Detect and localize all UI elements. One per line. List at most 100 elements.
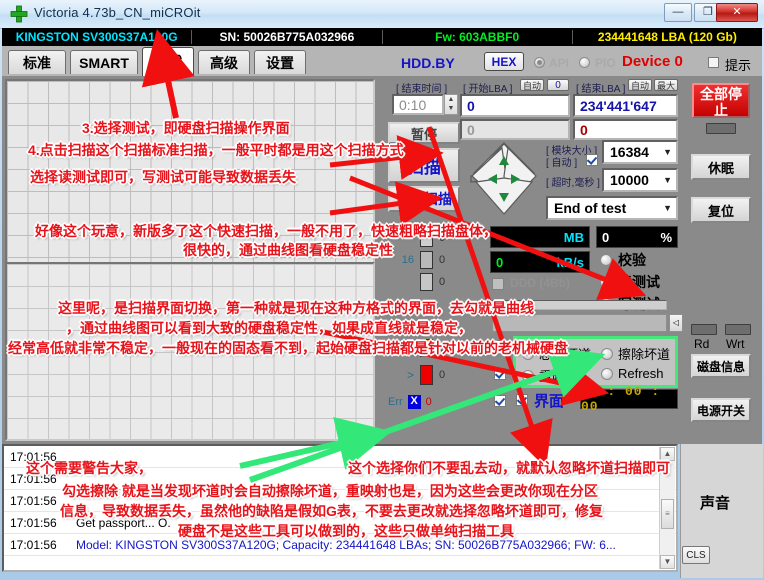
action-ignore-row[interactable]: 忽略坏道: [522, 344, 591, 363]
action-remap-row[interactable]: 重映射: [522, 366, 578, 385]
end-lba-field[interactable]: 234'441'647: [573, 94, 678, 117]
minimize-button[interactable]: —: [664, 3, 692, 22]
legend-row-5: Err X 0: [388, 390, 488, 414]
start-lba-zero-button[interactable]: 0: [547, 79, 569, 91]
action-refresh-label: Refresh: [618, 366, 664, 381]
scan-grid-map-lower[interactable]: [5, 262, 375, 441]
log-time: 17:01:56: [4, 538, 76, 552]
end-lba-auto-button[interactable]: 自动: [628, 79, 652, 91]
legend-row-3: 480 0: [392, 336, 487, 360]
start-lba-secondary-field[interactable]: 0: [460, 119, 570, 140]
hint-checkbox[interactable]: [708, 57, 719, 68]
close-button[interactable]: ✕: [716, 3, 758, 22]
mode-read-row[interactable]: 读测试: [600, 272, 660, 292]
disk-info-button[interactable]: 磁盘信息: [691, 354, 751, 378]
start-lba-field[interactable]: 0: [460, 94, 570, 117]
legend-checkbox-5[interactable]: [494, 395, 506, 407]
pio-radio[interactable]: [579, 57, 590, 68]
side-button-column: 全部停止 休眠 复位 Rd Wrt 磁盘信息 电源开关: [683, 78, 760, 442]
scan-button[interactable]: 扫描: [388, 148, 460, 183]
end-action-combo[interactable]: End of test ▼: [546, 196, 678, 220]
drive-info-bar: KINGSTON SV300S37A120G SN: 50026B775A032…: [2, 28, 762, 46]
quick-scan-button[interactable]: 快速扫描: [388, 186, 460, 212]
block-size-value: 16384: [610, 144, 649, 160]
stop-all-button[interactable]: 全部停止: [692, 83, 750, 118]
grid-scroll-left-arrow[interactable]: ◁: [669, 314, 683, 332]
clear-log-button[interactable]: CLS: [682, 546, 710, 564]
end-action-value: End of test: [554, 200, 626, 216]
legend-value-3: 0: [439, 342, 445, 354]
timeout-value: 10000: [610, 172, 649, 188]
read-led: [691, 324, 717, 335]
end-time-field[interactable]: 0:10: [392, 94, 444, 115]
mb-label: MB: [564, 230, 584, 245]
log-list[interactable]: 17:01:56 17:01:56 17:01:56 17:01:56 Get …: [2, 444, 678, 572]
write-led: [725, 324, 751, 335]
speed-label: kB/s: [557, 255, 584, 270]
tab-smart[interactable]: SMART: [70, 50, 138, 74]
legend-checkbox-4[interactable]: [494, 368, 506, 380]
speed-readout: 0 kB/s: [490, 251, 590, 273]
scroll-up-icon[interactable]: ▲: [660, 447, 675, 461]
end-time-spinner[interactable]: ▲▼: [444, 94, 458, 115]
grid-scroll-track[interactable]: [492, 300, 667, 310]
window-title: Victoria 4.73b_CN_miCROit: [34, 5, 201, 20]
action-remap-radio[interactable]: [522, 370, 534, 382]
hex-button[interactable]: HEX: [484, 52, 524, 71]
action-refresh-row[interactable]: Refresh: [601, 366, 664, 381]
timeout-combo[interactable]: 10000 ▼: [602, 168, 678, 192]
start-lba-auto-button[interactable]: 自动: [520, 79, 544, 91]
end-lba-secondary-field[interactable]: 0: [573, 119, 678, 140]
mode-verify-radio[interactable]: [600, 254, 612, 266]
device-label: Device 0: [622, 53, 683, 70]
direction-pad[interactable]: [468, 140, 540, 218]
action-erase-radio[interactable]: [601, 348, 613, 360]
mode-read-radio[interactable]: [600, 276, 612, 288]
scan-control-panel: [ 结束时间 ] [ 开始LBA ] 自动 0 [ 结束LBA ] 自动 最大 …: [380, 78, 680, 442]
reset-button[interactable]: 复位: [691, 197, 751, 223]
drive-serial: SN: 50026B775A032966: [192, 30, 382, 44]
auto-block-size-checkbox[interactable]: [586, 154, 598, 166]
legend-checkbox-3[interactable]: [494, 340, 506, 352]
log-row: 17:01:56: [4, 468, 676, 490]
interface-checkbox[interactable]: [516, 394, 528, 406]
log-scrollbar[interactable]: ▲ ≡ ▼: [659, 447, 675, 569]
tab-test[interactable]: 测试: [142, 47, 194, 76]
drive-model: KINGSTON SV300S37A120G: [2, 30, 192, 44]
legend-value-1: 0: [439, 254, 445, 266]
scrollbar-thumb[interactable]: ≡: [661, 499, 674, 529]
action-ignore-radio[interactable]: [522, 348, 534, 360]
legend-tick-3: 480: [392, 342, 414, 354]
tab-strip: 标准 SMART 测试 高级 设置 HDD.BY HEX API PIO Dev…: [2, 46, 762, 77]
log-row: 17:01:56 Model: KINGSTON SV300S37A120G; …: [4, 534, 676, 556]
mode-verify-row[interactable]: 校验: [600, 250, 646, 270]
action-refresh-radio[interactable]: [601, 368, 613, 380]
legend-row-4: > 0: [392, 363, 487, 387]
tab-advanced[interactable]: 高级: [198, 50, 250, 74]
percent-value: 0: [602, 230, 609, 245]
api-radio[interactable]: [534, 57, 545, 68]
speed-value: 0: [496, 255, 503, 270]
sound-label: 声音: [700, 492, 730, 513]
bad-block-action-group: 忽略坏道 擦除坏道 重映射 Refresh: [513, 336, 678, 388]
hddby-label: HDD.BY: [401, 55, 455, 71]
end-lba-max-button[interactable]: 最大: [654, 79, 678, 91]
pause-button[interactable]: 暂停: [388, 122, 460, 144]
grid-hscrollbar[interactable]: [492, 314, 667, 332]
action-erase-label: 擦除坏道: [618, 344, 670, 363]
title-bar: Victoria 4.73b_CN_miCROit — ❐ ✕: [0, 0, 764, 29]
action-erase-row[interactable]: 擦除坏道: [601, 344, 670, 363]
ddd-checkbox[interactable]: [492, 278, 504, 290]
log-time: 17:01:56: [4, 450, 76, 464]
scroll-down-icon[interactable]: ▼: [660, 555, 675, 569]
tab-settings[interactable]: 设置: [254, 50, 306, 74]
mode-read-label: 读测试: [618, 272, 660, 292]
block-size-combo[interactable]: 16384 ▼: [602, 140, 678, 164]
legend-row-1: 16 0: [392, 248, 487, 272]
start-lba-label: [ 开始LBA ]: [463, 80, 512, 95]
legend-swatch-error-x: X: [408, 395, 421, 409]
power-switch-button[interactable]: 电源开关: [691, 398, 751, 422]
sleep-button[interactable]: 休眠: [691, 154, 751, 180]
tab-standard[interactable]: 标准: [8, 50, 66, 74]
green-cross-icon: [10, 5, 28, 23]
